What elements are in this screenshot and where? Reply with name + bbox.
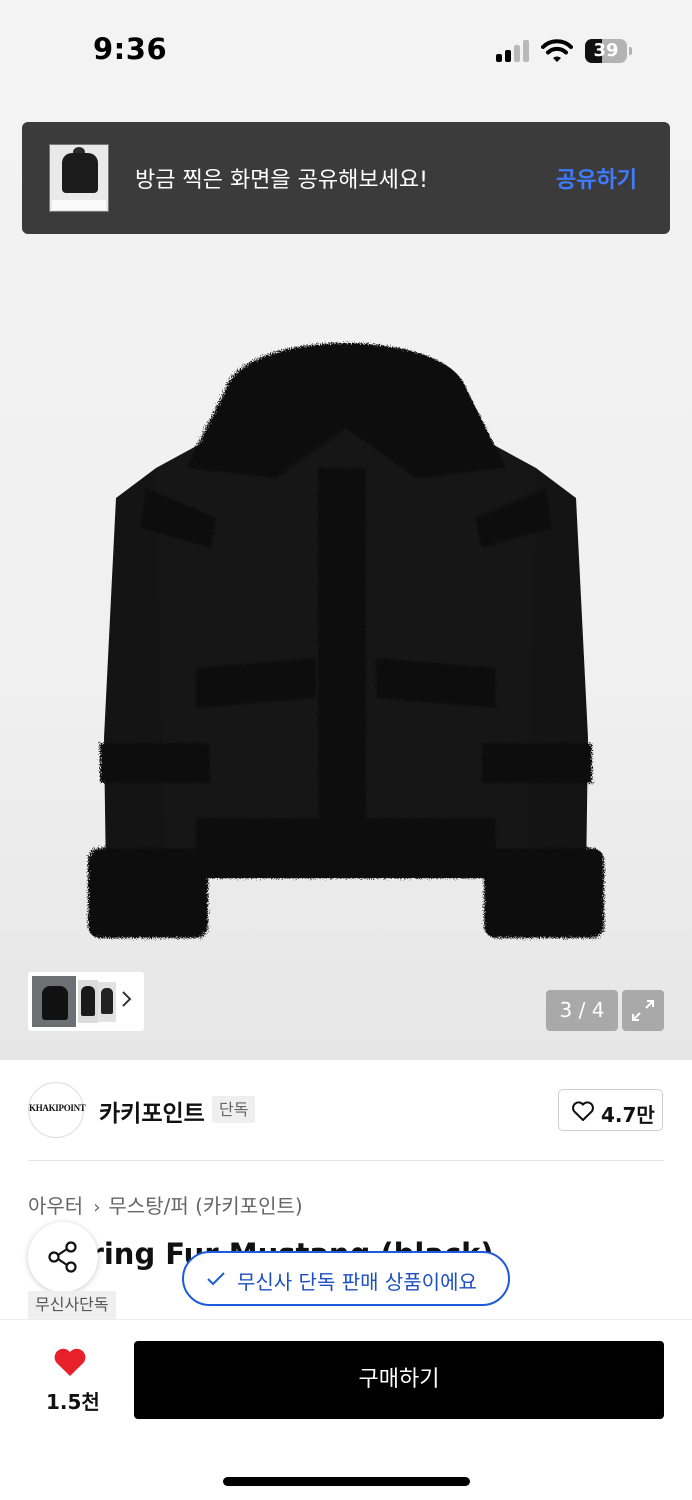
signal-icon [496, 40, 532, 62]
brand-like-button[interactable]: 4.7만 [558, 1089, 663, 1131]
brand-logo[interactable]: KHAKIPOINT [28, 1082, 86, 1138]
battery-level: 39 [593, 40, 619, 61]
musinsa-exclusive-tag: 무신사단독 [28, 1291, 116, 1319]
battery-icon: 39 [585, 39, 632, 63]
screenshot-thumbnail[interactable] [49, 144, 109, 212]
brand-name[interactable]: 카키포인트 [99, 1094, 205, 1128]
thumbnail-2[interactable] [78, 980, 98, 1023]
expand-icon [632, 1000, 654, 1021]
chevron-right-icon: › [93, 1197, 101, 1218]
share-button[interactable]: 공유하기 [556, 162, 637, 194]
share-icon [48, 1241, 77, 1273]
brand-logo-text: KHAKIPOINT [29, 1103, 86, 1113]
product-image-jacket[interactable] [86, 318, 606, 944]
buy-button[interactable]: 구매하기 [134, 1341, 664, 1419]
expand-button[interactable] [622, 990, 664, 1031]
heart-filled-icon [54, 1348, 86, 1376]
breadcrumb-subcategory[interactable]: 무스탕/퍼 (카키포인트) [108, 1194, 302, 1218]
heart-outline-icon [572, 1101, 594, 1121]
check-icon [207, 1272, 225, 1286]
thumbnail-3[interactable] [98, 982, 116, 1022]
share-circle-button[interactable] [28, 1222, 98, 1292]
wifi-icon [541, 39, 573, 62]
brand-like-count: 4.7만 [601, 1103, 655, 1127]
thumbnail-1[interactable] [32, 976, 76, 1027]
thumbnail-strip[interactable] [28, 972, 144, 1031]
home-indicator [223, 1477, 470, 1486]
share-toast[interactable]: 방금 찍은 화면을 공유해보세요! 공유하기 [22, 122, 670, 234]
image-page-counter: 3 / 4 [546, 990, 618, 1031]
divider [28, 1160, 664, 1161]
share-toast-message: 방금 찍은 화면을 공유해보세요! [135, 168, 428, 193]
exclusive-notice-text: 무신사 단독 판매 상품이에요 [237, 1270, 477, 1294]
breadcrumb: 아우터 › 무스탕/퍼 (카키포인트) [28, 1190, 303, 1219]
exclusive-notice-pill: 무신사 단독 판매 상품이에요 [182, 1251, 510, 1306]
brand-exclusive-badge: 단독 [212, 1096, 256, 1123]
chevron-right-icon[interactable] [121, 989, 133, 1009]
breadcrumb-category[interactable]: 아우터 [28, 1194, 83, 1218]
status-time: 9:36 [93, 32, 168, 66]
status-bar: 9:36 39 [0, 0, 692, 100]
